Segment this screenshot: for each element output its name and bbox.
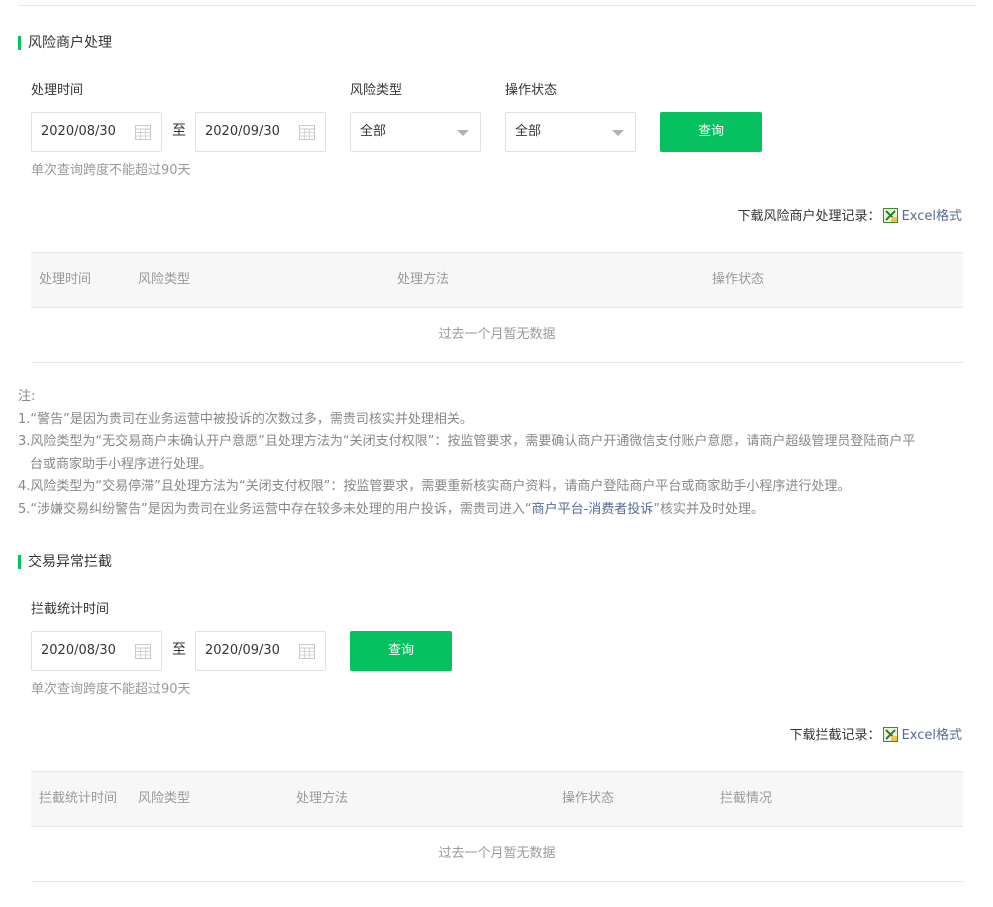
section-title-text: 风险商户处理 xyxy=(28,35,112,51)
chevron-down-icon xyxy=(612,130,624,136)
excel-icon[interactable] xyxy=(882,208,898,223)
section-accent-bar xyxy=(18,555,21,569)
note-5-suffix: ”核实并及时处理。 xyxy=(653,501,765,517)
complaint-platform-link[interactable]: 商户平台-消费者投诉 xyxy=(532,502,654,517)
excel-icon[interactable] xyxy=(882,727,898,742)
notes-block: 注: 1.“警告”是因为贵司在业务运营中被投诉的次数过多，需贵司核实并处理相关。… xyxy=(18,386,978,521)
chevron-down-icon xyxy=(457,130,469,136)
risk-type-label: 风险类型 xyxy=(350,83,403,98)
end-date-input[interactable]: 2020/09/30 xyxy=(195,112,326,152)
query-button[interactable]: 查询 xyxy=(660,112,762,152)
start-date-value: 2020/08/30 xyxy=(41,643,116,658)
col-header-op-status: 操作状态 xyxy=(712,272,765,287)
section-title-intercept: 交易异常拦截 xyxy=(18,554,112,570)
start-date-value: 2020/08/30 xyxy=(41,124,116,139)
notes-title: 注: xyxy=(18,389,36,404)
intercept-query-button[interactable]: 查询 xyxy=(350,631,452,671)
note-item-3: 3.风险类型为“无交易商户未确认开户意愿”且处理方法为“关闭支付权限”：按监管要… xyxy=(18,434,916,449)
note-item-4: 4.风险类型为“交易停滞”且处理方法为“关闭支付权限”：按监管要求，需要重新核实… xyxy=(18,479,851,494)
col-header-op-status: 操作状态 xyxy=(562,791,615,806)
download-intercept-records: 下载拦截记录： Excel格式 xyxy=(790,727,962,745)
intercept-time-label: 拦截统计时间 xyxy=(31,602,110,617)
end-date-value: 2020/09/30 xyxy=(205,124,280,139)
download-label: 下载风险商户处理记录： xyxy=(737,209,881,224)
op-status-label: 操作状态 xyxy=(505,83,558,98)
intercept-table-empty: 过去一个月暂无数据 xyxy=(31,826,963,882)
risk-table-empty: 过去一个月暂无数据 xyxy=(31,307,963,363)
note-5-prefix: 5.“涉嫌交易纠纷警告”是因为贵司在业务运营中存在较多未处理的用户投诉，需贵司进… xyxy=(18,501,532,517)
col-header-process-method: 处理方法 xyxy=(296,791,349,806)
calendar-icon[interactable] xyxy=(135,124,151,140)
risk-type-value: 全部 xyxy=(360,124,387,139)
download-excel-link[interactable]: Excel格式 xyxy=(902,209,962,224)
download-excel-link[interactable]: Excel格式 xyxy=(902,728,962,743)
note-item-5: 5.“涉嫌交易纠纷警告”是因为贵司在业务运营中存在较多未处理的用户投诉，需贵司进… xyxy=(18,499,978,522)
section-accent-bar xyxy=(18,36,21,50)
col-header-process-time: 处理时间 xyxy=(39,272,92,287)
section-title-text: 交易异常拦截 xyxy=(28,554,112,570)
risk-table-header: 处理时间 风险类型 处理方法 操作状态 xyxy=(31,252,963,307)
col-header-risk-type: 风险类型 xyxy=(138,272,191,287)
note-item-3-cont: 台或商家助手小程序进行处理。 xyxy=(30,456,213,472)
op-status-value: 全部 xyxy=(515,124,542,139)
col-header-risk-type: 风险类型 xyxy=(138,791,191,806)
op-status-select[interactable]: 全部 xyxy=(505,112,636,152)
col-header-process-method: 处理方法 xyxy=(397,272,450,287)
section-title-risk-merchant: 风险商户处理 xyxy=(18,35,112,51)
download-risk-records: 下载风险商户处理记录： Excel格式 xyxy=(738,208,962,226)
note-item-1: 1.“警告”是因为贵司在业务运营中被投诉的次数过多，需贵司核实并处理相关。 xyxy=(18,411,473,427)
risk-type-select[interactable]: 全部 xyxy=(350,112,481,152)
range-hint: 单次查询跨度不能超过90天 xyxy=(31,682,191,697)
download-label: 下载拦截记录： xyxy=(789,728,881,743)
date-range-separator: 至 xyxy=(172,123,186,139)
end-date-value: 2020/09/30 xyxy=(205,643,280,658)
start-date-input[interactable]: 2020/08/30 xyxy=(31,112,162,152)
top-divider xyxy=(18,5,976,6)
calendar-icon[interactable] xyxy=(299,124,315,140)
calendar-icon[interactable] xyxy=(299,643,315,659)
col-header-intercept-time: 拦截统计时间 xyxy=(39,791,118,806)
calendar-icon[interactable] xyxy=(135,643,151,659)
date-range-separator: 至 xyxy=(172,642,186,658)
intercept-end-date-input[interactable]: 2020/09/30 xyxy=(195,631,326,671)
process-time-label: 处理时间 xyxy=(31,83,84,98)
intercept-table-header: 拦截统计时间 风险类型 处理方法 操作状态 拦截情况 xyxy=(31,771,963,826)
intercept-start-date-input[interactable]: 2020/08/30 xyxy=(31,631,162,671)
range-hint: 单次查询跨度不能超过90天 xyxy=(31,163,191,178)
col-header-intercept-status: 拦截情况 xyxy=(720,791,773,806)
